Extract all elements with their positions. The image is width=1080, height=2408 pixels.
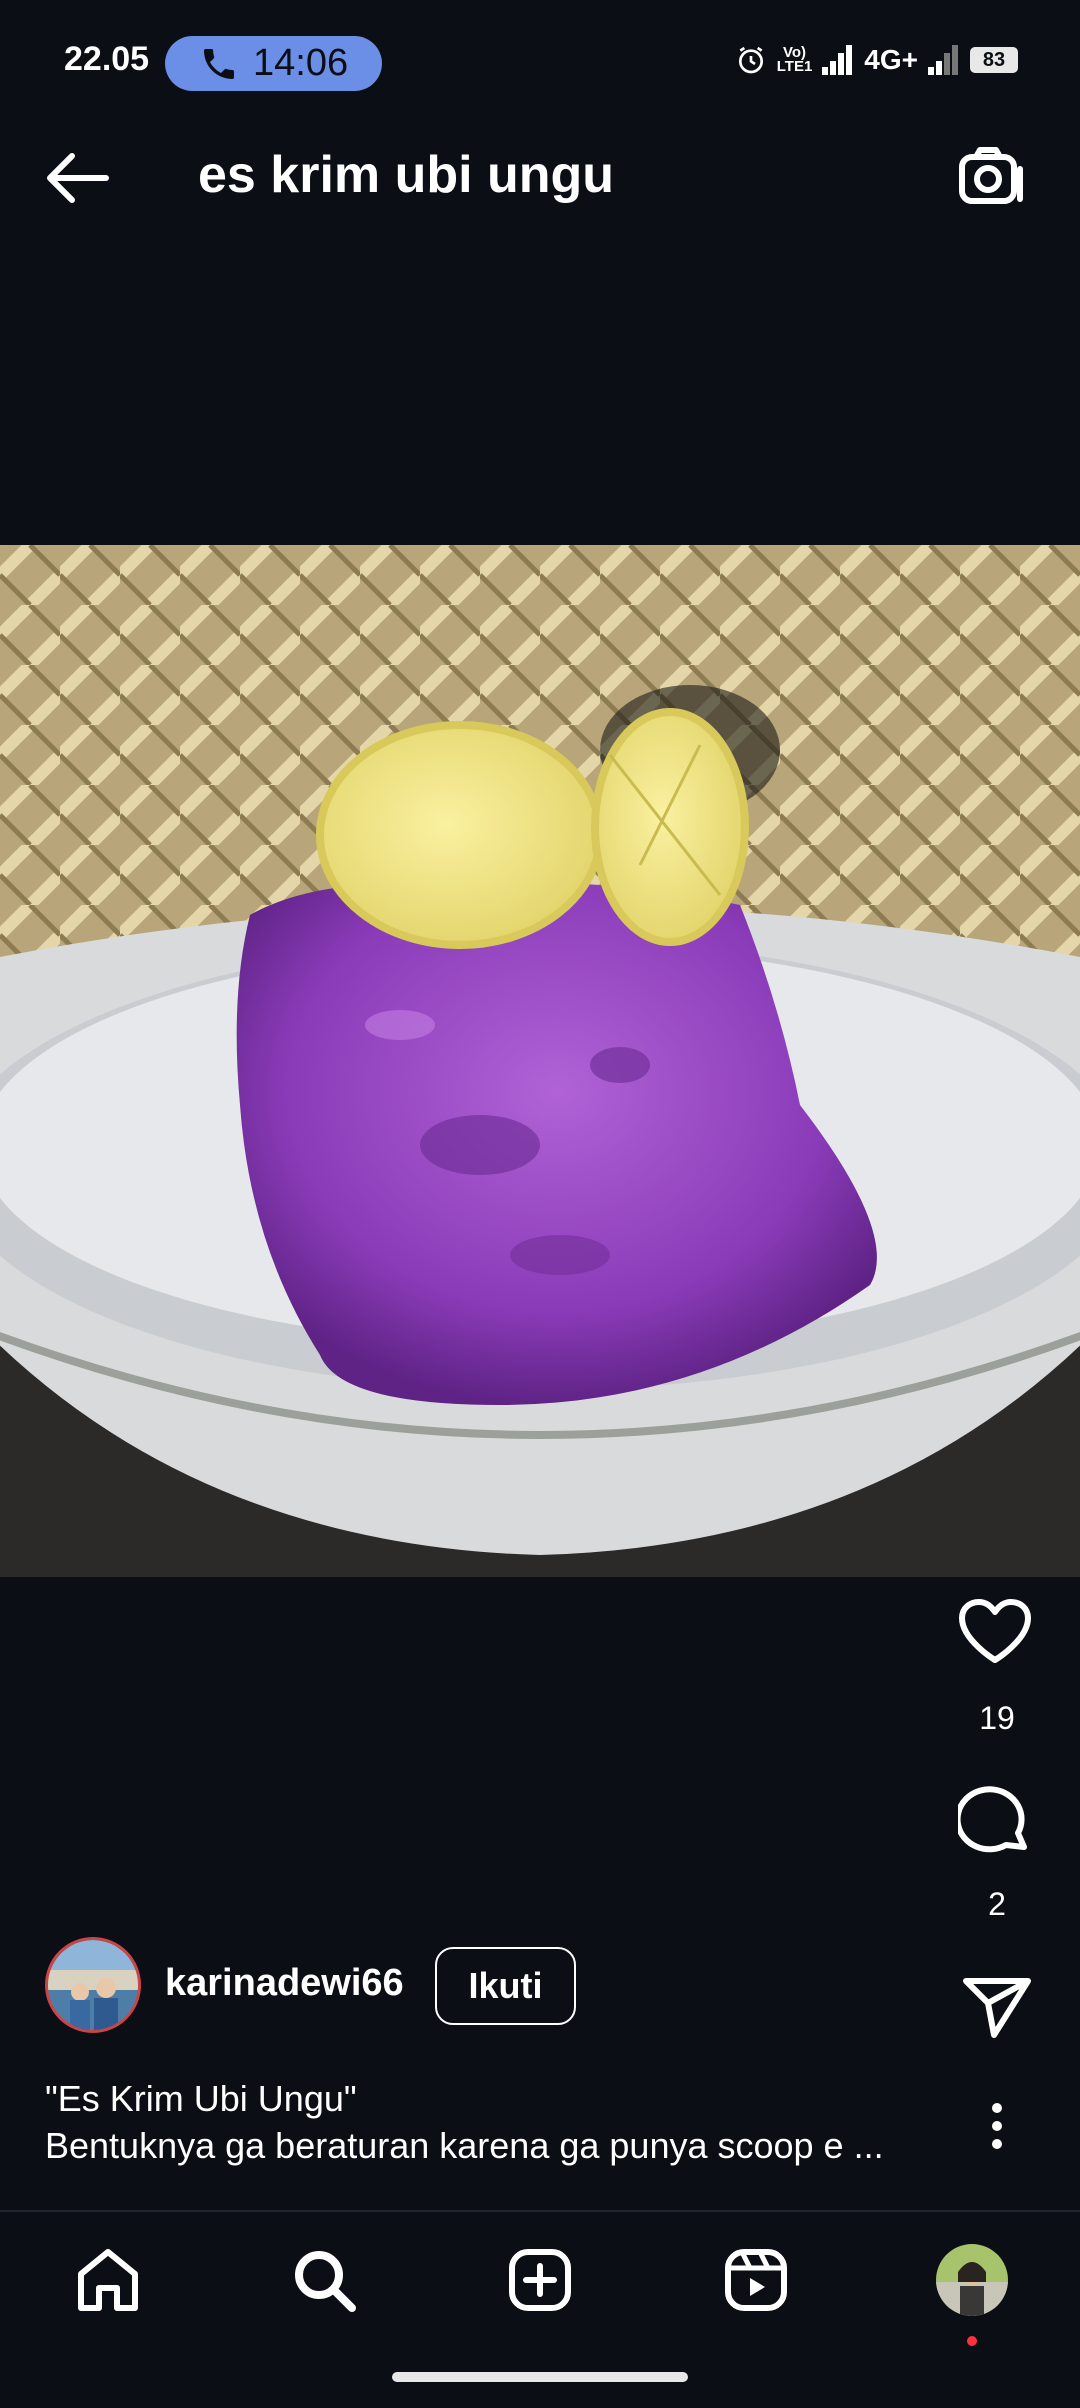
share-button[interactable] xyxy=(962,1975,1032,2044)
more-vertical-icon xyxy=(992,2103,1002,2149)
battery-indicator: 83 xyxy=(970,47,1018,73)
phone-icon xyxy=(204,48,234,79)
signal-2-icon xyxy=(928,45,958,75)
nav-search[interactable] xyxy=(284,2240,364,2320)
follow-button[interactable]: Ikuti xyxy=(435,1947,576,2025)
send-icon xyxy=(963,1978,1031,2038)
user-avatar[interactable] xyxy=(45,1937,141,2033)
caption-body[interactable]: Bentuknya ga beraturan karena ga punya s… xyxy=(45,2125,945,2167)
nav-create[interactable] xyxy=(500,2240,580,2320)
like-button[interactable] xyxy=(958,1598,1032,1669)
network-type: 4G+ xyxy=(864,44,918,75)
username[interactable]: karinadewi66 xyxy=(165,1962,404,2005)
nav-reels[interactable] xyxy=(716,2240,796,2320)
profile-avatar xyxy=(936,2244,1008,2316)
comment-count[interactable]: 2 xyxy=(937,1886,1057,1923)
post-image[interactable] xyxy=(0,545,1080,1577)
volte-icon: Vo) LTE1 xyxy=(776,44,813,75)
camera-icon xyxy=(959,147,1023,204)
alarm-icon xyxy=(738,46,763,74)
search-icon xyxy=(295,2251,356,2312)
arrow-left-icon xyxy=(47,153,109,203)
comment-button[interactable] xyxy=(954,1783,1032,1862)
plus-square-icon xyxy=(509,2249,571,2311)
status-time: 22.05 xyxy=(64,40,150,78)
nav-home[interactable] xyxy=(68,2240,148,2320)
camera-button[interactable] xyxy=(958,145,1024,212)
bottom-nav xyxy=(0,2212,1080,2346)
signal-icon xyxy=(822,45,853,75)
call-duration: 14:06 xyxy=(253,42,349,84)
food-photo xyxy=(0,545,1080,1577)
status-icons: Vo) LTE1 4G+ 83 xyxy=(735,44,1018,76)
home-indicator[interactable] xyxy=(392,2372,688,2382)
like-count[interactable]: 19 xyxy=(937,1700,1057,1737)
ongoing-call-pill[interactable]: 14:06 xyxy=(165,36,382,91)
comment-icon xyxy=(954,1786,1027,1853)
caption-title[interactable]: "Es Krim Ubi Ungu" xyxy=(45,2078,357,2120)
home-icon xyxy=(78,2249,138,2311)
avatar-photo xyxy=(48,1940,138,2030)
more-options-button[interactable] xyxy=(981,2102,1013,2155)
back-button[interactable] xyxy=(42,150,112,211)
reels-icon xyxy=(725,2249,787,2311)
nav-profile[interactable] xyxy=(932,2240,1012,2320)
notification-dot xyxy=(967,2336,977,2346)
page-title: es krim ubi ungu xyxy=(198,146,615,204)
heart-icon xyxy=(959,1599,1031,1663)
